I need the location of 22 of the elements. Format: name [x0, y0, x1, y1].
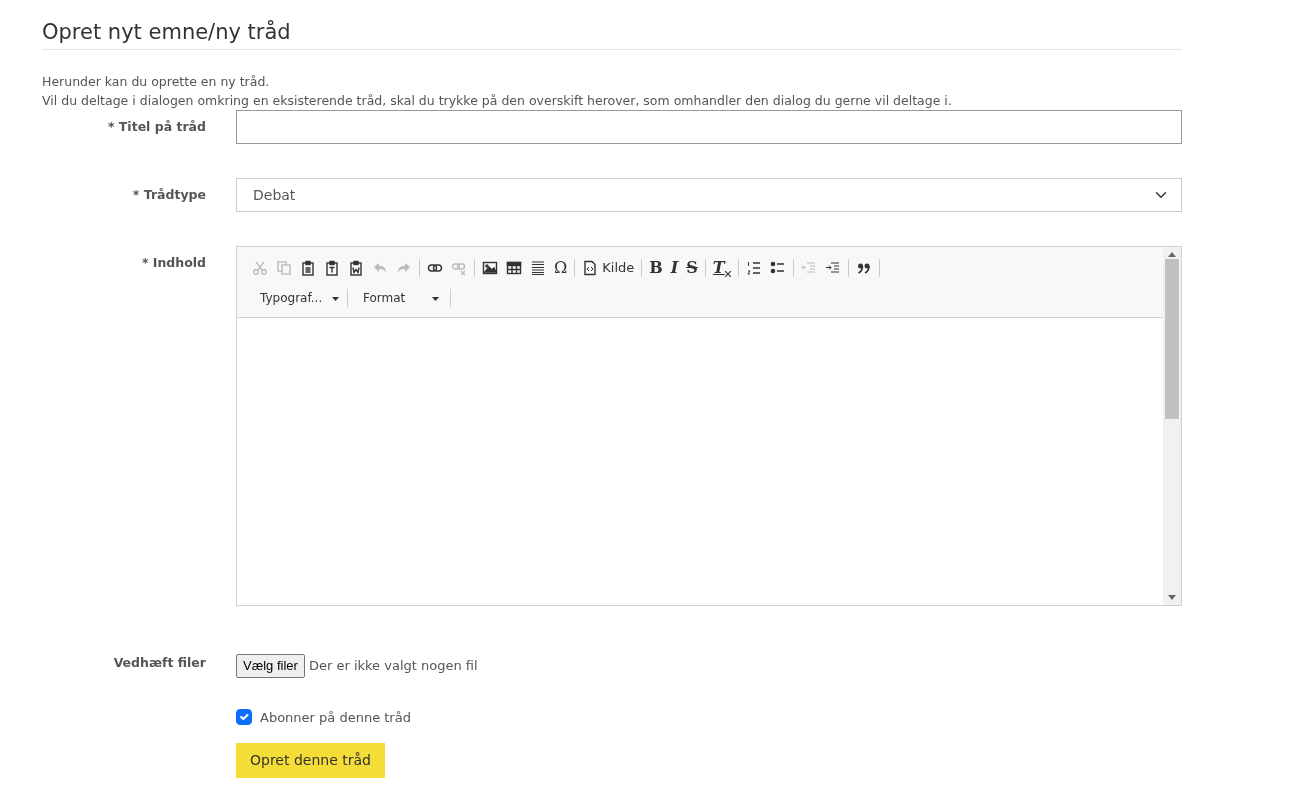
- field-label: Vedhæft filer: [112, 654, 207, 673]
- document-code-icon: [582, 260, 599, 277]
- subscribe-checkbox[interactable]: [236, 709, 252, 726]
- title-input[interactable]: [236, 110, 1182, 145]
- intro-text: Herunder kan du oprette en ny tråd.: [42, 73, 271, 92]
- file-status-text: Der er ikke valgt nogen fil: [308, 657, 478, 676]
- caret-icon: [332, 296, 340, 301]
- type-select[interactable]: Debat: [236, 178, 1182, 213]
- caret-icon: [432, 296, 439, 301]
- scrollbar[interactable]: [1163, 247, 1181, 606]
- source-button[interactable]: Kilde: [578, 257, 639, 280]
- style-dropdown[interactable]: Typograf...: [248, 289, 344, 308]
- create-thread-button[interactable]: Opret denne tråd: [236, 743, 385, 779]
- intro-text: Vil du deltage i dialogen omkring en eksisterende tråd, skal du trykke på den overskift herover, som omhandler den dialog du gerne vil deltage i.: [42, 92, 953, 111]
- choose-files-button[interactable]: Vælg filer: [236, 654, 305, 678]
- page-title: Opret nyt emne/ny tråd: [42, 20, 1182, 51]
- field-label: * Indhold: [140, 254, 207, 273]
- checkbox-label[interactable]: Abonner på denne tråd: [260, 707, 411, 728]
- scroll-down-icon[interactable]: [1168, 595, 1176, 601]
- style-dropdown[interactable]: Format: [351, 289, 447, 308]
- field-label: * Trådtype: [131, 186, 207, 205]
- field-label: * Titel på tråd: [106, 118, 207, 137]
